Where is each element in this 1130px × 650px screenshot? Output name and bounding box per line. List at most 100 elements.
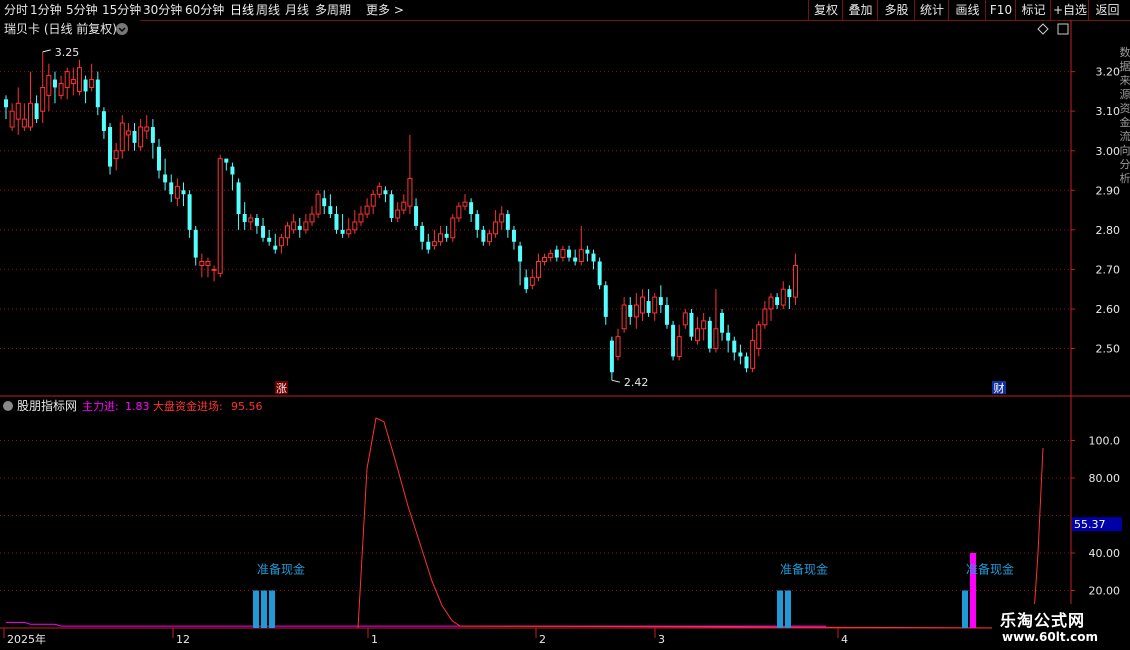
toolbar-button-7[interactable]: +自选 xyxy=(1050,0,1089,20)
candle-body-down xyxy=(744,356,749,369)
candle-body-up xyxy=(370,193,376,207)
toolbar-button-8[interactable]: 返回 xyxy=(1088,0,1126,20)
low-label: 2.42 xyxy=(624,376,649,389)
period-tab-4[interactable]: 30分钟 xyxy=(143,0,182,20)
right-edge-char: 向 xyxy=(1120,143,1130,157)
toolbar-button-1[interactable]: 叠加 xyxy=(842,0,878,20)
candle-body-up xyxy=(633,304,639,318)
candle-body-down xyxy=(554,249,559,258)
candle-body-down xyxy=(236,182,241,215)
price-tick-label: 2.50 xyxy=(1096,343,1121,356)
period-tab-7[interactable]: 周线 xyxy=(256,0,280,20)
period-tab-5[interactable]: 60分钟 xyxy=(185,0,224,20)
toolbar-button-4[interactable]: 画线 xyxy=(948,0,986,20)
candle-body-up xyxy=(493,221,499,235)
period-tab-3[interactable]: 15分钟 xyxy=(102,0,141,20)
high-label: 3.25 xyxy=(55,46,80,59)
candle-body-down xyxy=(609,340,614,373)
period-tab-9[interactable]: 多周期 xyxy=(315,0,351,20)
candle-body-up xyxy=(456,205,462,219)
candle-body-up xyxy=(278,237,284,247)
candle-body-up xyxy=(756,324,762,350)
candle-body-down xyxy=(267,237,272,242)
period-tab-8[interactable]: 月线 xyxy=(285,0,309,20)
toolbar-button-5[interactable]: F10 xyxy=(985,0,1016,20)
right-edge-char: 源 xyxy=(1120,87,1130,101)
period-toolbar: 分时 1分钟 5分钟 15分钟 30分钟 60分钟 日线 周线 月线 多周期 更多 > 复权 叠加 多股统… xyxy=(0,0,1130,21)
candle-body-down xyxy=(475,214,480,230)
candle-body-down xyxy=(383,190,388,195)
candle-body-up xyxy=(395,209,401,219)
right-edge-char: 流 xyxy=(1120,129,1130,143)
low-marker xyxy=(611,379,621,383)
candle-body-up xyxy=(621,304,627,330)
right-edge-char: 资 xyxy=(1120,102,1130,115)
toolbar-button-2[interactable]: 多股 xyxy=(877,0,915,20)
candle-body-up xyxy=(401,201,407,211)
candle-body-up xyxy=(358,213,364,223)
period-tab-6[interactable]: 日线 xyxy=(230,0,254,20)
candle-body-down xyxy=(628,305,633,317)
candle-body-up xyxy=(285,225,291,239)
period-tab-1[interactable]: 1分钟 xyxy=(30,0,62,20)
red-curve xyxy=(357,417,1044,629)
candle-body-up xyxy=(205,261,211,266)
right-edge-char: 数 xyxy=(1120,46,1130,59)
candle-body-up xyxy=(70,79,76,85)
candle-body-up xyxy=(309,213,315,223)
period-tab-10[interactable]: 更多 > xyxy=(366,0,404,20)
candle-body-up xyxy=(125,130,131,136)
candle-body-down xyxy=(591,253,596,262)
candle-body-up xyxy=(27,102,33,128)
candle-body-down xyxy=(181,190,186,195)
high-marker xyxy=(42,49,51,53)
candle-body-up xyxy=(21,118,27,128)
indicator-dropdown-icon[interactable] xyxy=(3,401,13,411)
candle-body-up xyxy=(548,253,554,259)
right-edge-char: 分 xyxy=(1120,158,1130,171)
candle-body-down xyxy=(95,79,100,108)
candle-body-up xyxy=(713,328,719,350)
candle-body-down xyxy=(83,79,88,92)
candle-body-down xyxy=(787,289,792,298)
candle-body-down xyxy=(187,194,192,230)
x-tick-label: 1 xyxy=(371,633,378,646)
candle-body-up xyxy=(750,340,756,369)
price-tick-label: 2.90 xyxy=(1096,184,1121,197)
period-tab-0[interactable]: 分时 xyxy=(4,0,28,20)
candle-body-down xyxy=(511,229,516,242)
candle-body-down xyxy=(658,297,663,306)
candle-body-down xyxy=(426,241,431,250)
period-tab-2[interactable]: 5分钟 xyxy=(66,0,98,20)
candle-body-down xyxy=(340,229,345,234)
candle-body-down xyxy=(150,127,155,143)
panel-maximize-icon[interactable] xyxy=(1057,23,1069,35)
price-tick-label: 3.00 xyxy=(1096,145,1121,158)
toolbar-button-6[interactable]: 标记 xyxy=(1015,0,1051,20)
kline-chart: 3.20 3.10 3.00 2.90 2.80 2.70 2.60 2.50 瑞贝卡 (日线 … xyxy=(0,20,1130,650)
title-dropdown-icon[interactable] xyxy=(116,23,128,35)
candle-body-down xyxy=(389,194,394,218)
candle-body-up xyxy=(217,158,223,274)
candle-body-up xyxy=(46,75,52,96)
candle-body-up xyxy=(199,261,205,266)
candle-body-down xyxy=(420,225,425,242)
toolbar-button-3[interactable]: 统计 xyxy=(914,0,949,20)
candle-body-up xyxy=(407,177,413,207)
stock-title: 瑞贝卡 (日线 前复权) xyxy=(4,21,117,36)
indicator-name: 股朋指标网 xyxy=(17,398,77,413)
signal-label: 准备现金 xyxy=(257,562,305,577)
candle-body-down xyxy=(664,305,669,325)
candle-body-up xyxy=(695,328,701,342)
indicator-tick-label: 20.00 xyxy=(1089,585,1121,598)
signal-bar xyxy=(253,590,259,628)
candle-body-down xyxy=(689,312,694,337)
toolbar-button-0[interactable]: 复权 xyxy=(808,0,843,20)
diamond-icon[interactable] xyxy=(1037,23,1049,35)
candle-body-up xyxy=(211,268,217,271)
candle-body-up xyxy=(346,229,352,235)
candle-body-down xyxy=(34,103,39,120)
zlj-label: 主力进: xyxy=(82,400,119,413)
candle-body-down xyxy=(132,130,137,143)
candle-body-down xyxy=(597,261,602,286)
